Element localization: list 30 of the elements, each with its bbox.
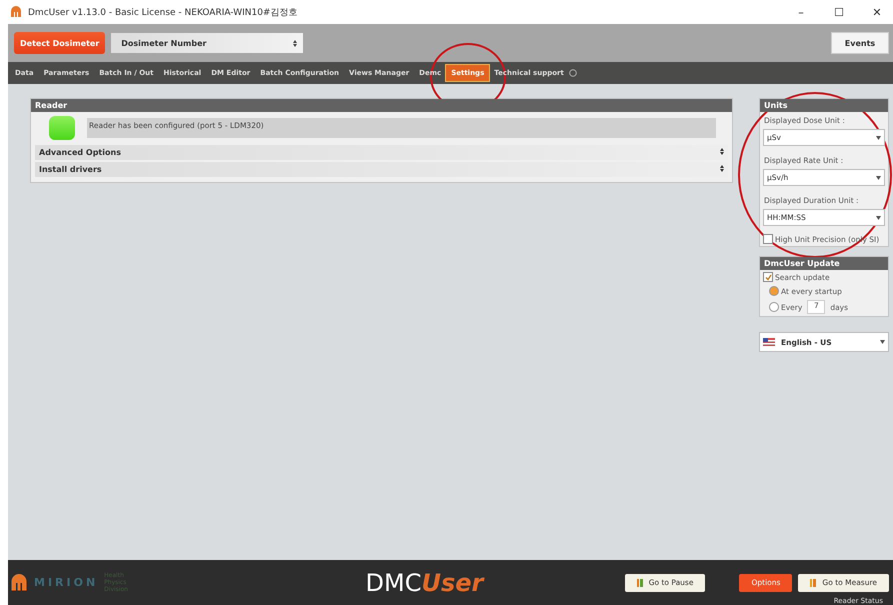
radio-button[interactable] — [769, 302, 779, 312]
mirion-logo-icon — [10, 574, 28, 592]
window-control[interactable]: ✕ — [861, 6, 893, 18]
updown-icon — [293, 40, 298, 46]
dropdown-arrow-icon — [876, 136, 881, 140]
help-icon — [568, 69, 577, 77]
radio-button[interactable] — [769, 286, 779, 296]
window-control[interactable]: – — [785, 6, 817, 18]
flag-icon — [763, 338, 775, 346]
window-control[interactable]: ☐ — [823, 6, 855, 18]
panel-title: Units — [760, 99, 888, 112]
dmc-user-logo: DMCUser — [366, 568, 484, 596]
dropdown-arrow-icon — [876, 216, 881, 220]
window-title: DmcUser v1.13.0 - Basic License - NEKOARIA-WIN10#김정호 — [28, 6, 298, 18]
panel-title: Reader — [31, 99, 732, 112]
checkbox[interactable] — [763, 234, 773, 244]
detect-dosimeter-button[interactable]: Detect Dosimeter — [14, 32, 106, 54]
expand-icon — [720, 148, 724, 155]
expand-icon — [720, 165, 724, 172]
dropdown-arrow-icon — [876, 176, 881, 180]
brand-name: MIRION — [34, 576, 98, 589]
panel-title: DmcUser Update — [760, 257, 888, 270]
pause-icon — [636, 578, 643, 586]
measure-icon — [810, 578, 816, 586]
dropdown-arrow-icon — [880, 340, 885, 344]
status-led — [49, 116, 75, 140]
app-logo-icon — [10, 6, 22, 18]
dosimeter-select[interactable]: Dosimeter Number — [111, 33, 304, 53]
checkbox[interactable] — [763, 272, 773, 282]
events-button[interactable]: Events — [831, 32, 889, 54]
